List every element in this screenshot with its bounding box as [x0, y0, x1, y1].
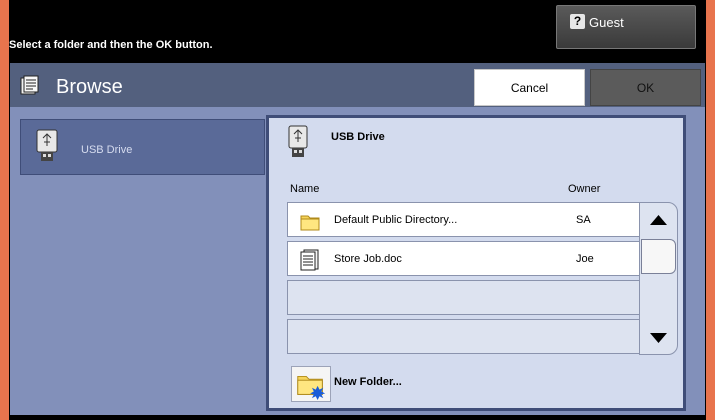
document-icon: [300, 249, 319, 271]
file-owner: Joe: [576, 253, 594, 265]
file-owner: SA: [576, 214, 591, 226]
dialog-title: Browse: [56, 76, 123, 98]
folder-icon: [300, 215, 320, 231]
scroll-up-icon[interactable]: [640, 203, 677, 238]
file-name: Default Public Directory...: [334, 214, 458, 226]
scroll-down-icon[interactable]: [640, 320, 677, 355]
file-browser-panel: USB Drive Name Owner Default Public Dire…: [266, 115, 686, 411]
guest-button[interactable]: ? Guest: [556, 5, 696, 49]
new-folder-label: New Folder...: [334, 376, 402, 388]
file-row-empty[interactable]: [287, 280, 640, 315]
guest-label: Guest: [589, 15, 624, 30]
usb-drive-icon: [36, 129, 58, 161]
instruction-text: Select a folder and then the OK button.: [9, 39, 213, 51]
file-row[interactable]: Default Public Directory... SA: [287, 202, 640, 237]
sidebar-item-usb-drive[interactable]: USB Drive: [20, 119, 265, 175]
dialog-header: Browse Cancel OK: [10, 63, 705, 107]
new-folder-button[interactable]: [291, 366, 331, 402]
help-icon: ?: [570, 14, 585, 29]
panel-title: USB Drive: [331, 131, 385, 143]
browse-icon: [20, 75, 39, 95]
new-folder-icon: [297, 375, 326, 401]
file-name: Store Job.doc: [334, 253, 402, 265]
ok-button[interactable]: OK: [590, 69, 701, 106]
file-row[interactable]: Store Job.doc Joe: [287, 241, 640, 276]
browse-dialog: Browse Cancel OK USB Drive USB Drive Nam…: [10, 63, 705, 415]
sidebar-item-label: USB Drive: [81, 144, 133, 156]
cancel-button[interactable]: Cancel: [474, 69, 585, 106]
scrollbar-thumb[interactable]: [641, 239, 676, 274]
file-list: Default Public Directory... SA Store Job…: [287, 202, 679, 356]
usb-drive-icon: [288, 125, 308, 157]
file-row-empty[interactable]: [287, 319, 640, 354]
column-header-owner: Owner: [568, 183, 601, 195]
column-header-name: Name: [290, 183, 320, 195]
